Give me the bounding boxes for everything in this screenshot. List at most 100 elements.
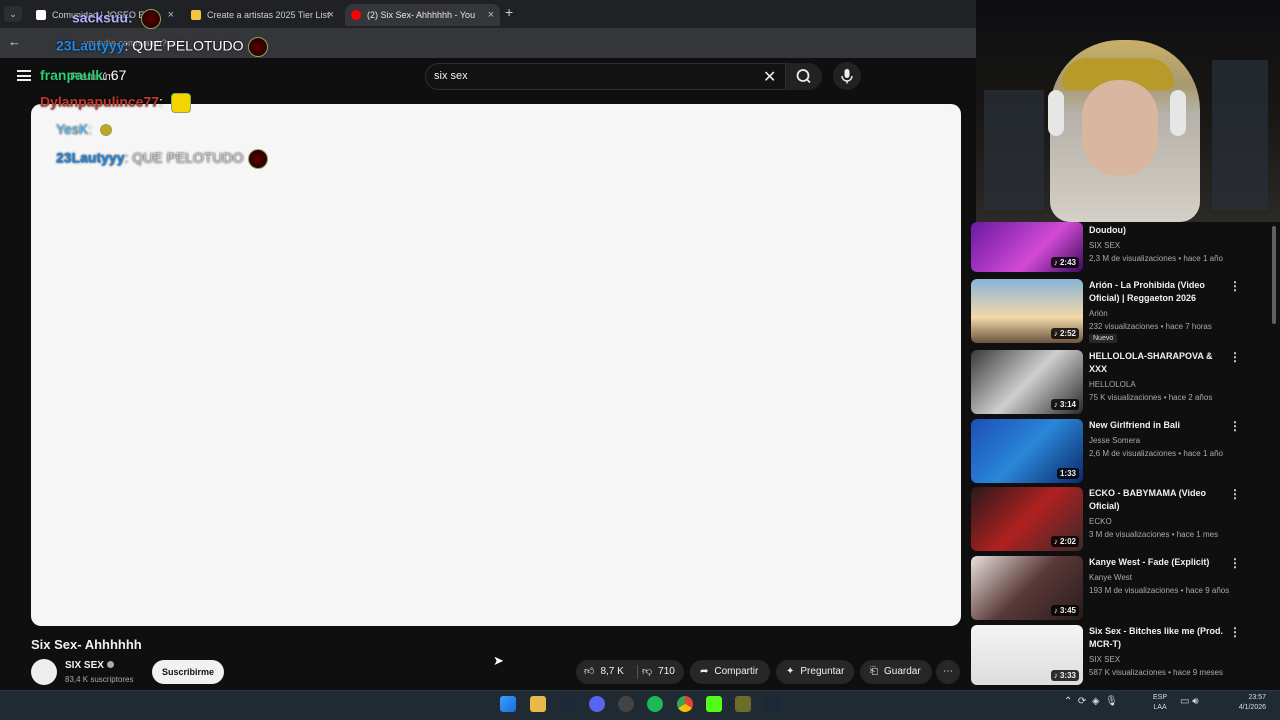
like-count: 8,7 K (600, 666, 624, 677)
verified-icon (107, 661, 114, 668)
clock[interactable]: 23:57 4/1/2026 (1226, 693, 1266, 713)
system-tray[interactable]: ⌃ ⟳ ◈ 🎙︎ (1064, 696, 1118, 707)
start-icon[interactable] (500, 696, 516, 712)
subscribe-button[interactable]: Suscribirme (152, 660, 224, 684)
video-thumbnail[interactable]: ♪ 3:14 (971, 350, 1083, 414)
kick-icon[interactable] (706, 696, 722, 712)
browser-tab-2[interactable]: Create a artistas 2025 Tier List × (185, 4, 340, 26)
more-options-icon[interactable]: ⋮ (1229, 487, 1241, 501)
recommendation-channel[interactable]: HELLOLOLA (1089, 378, 1136, 391)
search-icon (796, 69, 811, 84)
recommendation-title[interactable]: HELLOLOLA-SHARAPOVA & XXX (1089, 350, 1229, 376)
like-button[interactable]: 👍︎ 8,7 K (584, 660, 624, 684)
chat-message: YesK: (56, 121, 112, 137)
recommendation-item[interactable]: ♪ 3:14 HELLOLOLA-SHARAPOVA & XXX HELLOLO… (971, 350, 1267, 414)
video-thumbnail[interactable]: ♪ 3:45 (971, 556, 1083, 620)
recommendation-meta: 3 M de visualizaciones • hace 1 mes (1089, 530, 1219, 539)
tab-search-button[interactable]: ⌄ (4, 6, 22, 22)
ask-button[interactable]: ✦ Preguntar (776, 660, 854, 684)
more-options-icon[interactable]: ⋮ (1229, 556, 1241, 570)
obs-icon[interactable] (618, 696, 634, 712)
search-input[interactable] (425, 63, 786, 90)
microphone-icon (841, 69, 853, 84)
recommendation-title[interactable]: ECKO - BABYMAMA (Video Oficial) (1089, 487, 1229, 513)
chat-user: Dylanpapulince77 (40, 93, 160, 110)
input-language[interactable]: ESP LAA (1153, 693, 1167, 713)
recommendation-item[interactable]: ♪ 2:52 Arión - La Prohibida (Video Ofici… (971, 279, 1267, 343)
file-explorer-icon[interactable] (530, 696, 546, 712)
recommendation-channel[interactable]: Jesse Somera (1089, 434, 1140, 447)
recommendation-item[interactable]: ♪ 3:33 Six Sex - Bitches like me (Prod. … (971, 625, 1267, 685)
back-arrow-icon[interactable]: ← (8, 34, 21, 49)
video-title: Six Sex- Ahhhhhh (31, 637, 142, 652)
background-window (1212, 60, 1268, 210)
video-player[interactable] (31, 104, 961, 626)
recommendation-item[interactable]: 1:33 New Girlfriend in Bali Jesse Somera… (971, 419, 1267, 483)
save-button[interactable]: ⎗ Guardar (860, 660, 932, 684)
clear-search-icon[interactable]: ✕ (763, 67, 776, 87)
recommendation-channel[interactable]: Arión (1089, 307, 1108, 320)
chat-message: franpaulk: 67 (40, 67, 127, 83)
steam-icon[interactable] (764, 696, 780, 712)
app-icon[interactable] (735, 696, 751, 712)
tab-label: (2) Six Sex- Ahhhhhh - You (367, 10, 476, 20)
new-tab-button[interactable]: + (505, 4, 513, 20)
dislike-button[interactable]: 👎︎ 710 (642, 660, 675, 684)
chat-message: sacksuu: (72, 9, 161, 29)
channel-avatar[interactable] (31, 659, 57, 685)
video-thumbnail[interactable]: ♪ 3:33 (971, 625, 1083, 685)
save-label: Guardar (884, 666, 921, 677)
video-thumbnail[interactable]: ♪ 2:52 (971, 279, 1083, 343)
channel-name[interactable]: SIX SEX (65, 660, 104, 671)
emote-icon (247, 149, 268, 169)
browser-tab-active[interactable]: (2) Six Sex- Ahhhhhh - You × (345, 4, 500, 26)
thumbs-up-icon: 👍︎ (584, 666, 595, 677)
chat-text: 67 (110, 67, 127, 83)
background-window (984, 90, 1044, 210)
video-thumbnail[interactable]: ♪ 2:43 (971, 222, 1083, 272)
recommendation-item[interactable]: ♪ 2:02 ECKO - BABYMAMA (Video Oficial) E… (971, 487, 1267, 551)
close-tab-icon[interactable]: × (488, 4, 494, 26)
bookmark-icon: ⎗ (870, 666, 878, 677)
recommendation-channel[interactable]: ECKO (1089, 515, 1112, 528)
recommendation-meta: 2,6 M de visualizaciones • hace 1 año (1089, 449, 1223, 458)
more-actions-button[interactable]: ⋯ (936, 660, 960, 684)
network-volume-icons[interactable]: ▭ 🔊︎ (1180, 696, 1199, 707)
close-tab-icon[interactable]: × (168, 4, 174, 26)
recommendation-item[interactable]: ♪ 3:45 Kanye West - Fade (Explicit) Kany… (971, 556, 1267, 620)
more-options-icon[interactable]: ⋮ (1229, 419, 1241, 433)
duration-badge: ♪ 3:45 (1050, 605, 1079, 616)
recommendation-channel[interactable]: SIX SEX (1089, 239, 1120, 252)
emote-icon (247, 37, 268, 57)
recommendation-item[interactable]: ♪ 2:43 Doudou) SIX SEX 2,3 M de visualiz… (971, 222, 1267, 274)
chrome-icon[interactable] (677, 696, 693, 712)
recommendation-title[interactable]: Six Sex - Bitches like me (Prod. MCR-T) (1089, 625, 1229, 651)
discord-icon[interactable] (589, 696, 605, 712)
video-thumbnail[interactable]: ♪ 2:02 (971, 487, 1083, 551)
spotify-icon[interactable] (647, 696, 663, 712)
close-tab-icon[interactable]: × (328, 4, 334, 26)
steam-icon[interactable] (559, 696, 575, 712)
sparkle-icon: ✦ (786, 666, 795, 677)
recommendation-title[interactable]: Arión - La Prohibida (Video Oficial) | R… (1089, 279, 1229, 305)
subscriber-count: 83,4 K suscriptores (65, 675, 134, 684)
more-options-icon[interactable]: ⋮ (1229, 350, 1241, 364)
recommendation-channel[interactable]: SIX SEX (1089, 653, 1120, 666)
recommendation-channel[interactable]: Kanye West (1089, 571, 1132, 584)
more-options-icon[interactable]: ⋮ (1229, 625, 1241, 639)
search-query: six sex (434, 70, 468, 82)
search-button[interactable] (786, 63, 822, 90)
video-thumbnail[interactable]: 1:33 (971, 419, 1083, 483)
menu-icon[interactable] (17, 70, 31, 81)
scrollbar-thumb[interactable] (1272, 226, 1276, 324)
duration-badge: ♪ 2:43 (1050, 257, 1079, 268)
recommendation-title[interactable]: Kanye West - Fade (Explicit) (1089, 556, 1229, 569)
voice-search-button[interactable] (833, 62, 861, 90)
recommendation-title[interactable]: New Girlfriend in Bali (1089, 419, 1229, 432)
chat-user: sacksuu (72, 9, 129, 26)
streamer-face (1082, 80, 1158, 176)
chat-text: QUE PELOTUDO (132, 149, 244, 166)
share-button[interactable]: ➦ Compartir (690, 660, 770, 684)
more-options-icon[interactable]: ⋮ (1229, 279, 1241, 293)
recommendation-title[interactable]: Doudou) (1089, 224, 1229, 237)
